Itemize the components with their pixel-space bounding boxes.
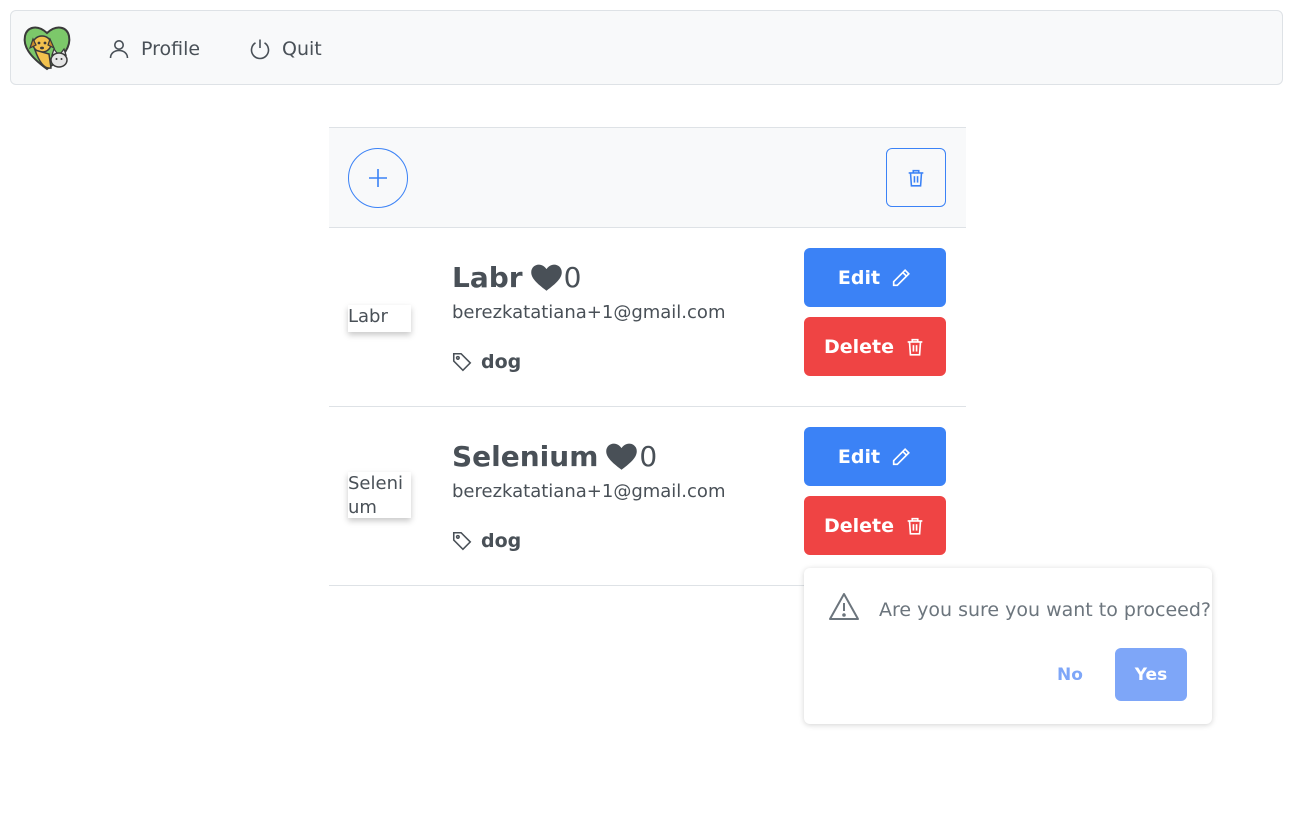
menubar: Profile Quit xyxy=(10,10,1283,85)
trash-icon xyxy=(894,336,926,358)
pet-row: Selenium Selenium 0 berezkatatiana+1@gma… xyxy=(329,407,966,586)
pet-row: Labr Labr 0 berezkatatiana+1@gmail.com d… xyxy=(329,228,966,407)
delete-selected-button[interactable] xyxy=(886,148,946,207)
delete-label: Delete xyxy=(823,514,895,537)
confirm-message: Are you sure you want to proceed? xyxy=(879,599,1211,621)
tag-icon xyxy=(451,530,481,552)
tag-label: dog xyxy=(481,351,522,373)
dog-cat-logo-icon[interactable] xyxy=(21,22,73,72)
tag-icon xyxy=(451,351,481,373)
menu-item-label: Quit xyxy=(282,38,322,60)
edit-button[interactable]: Edit xyxy=(804,248,946,307)
heart-icon[interactable] xyxy=(606,443,638,471)
delete-button[interactable]: Delete xyxy=(804,496,946,555)
like-count: 0 xyxy=(563,261,582,294)
delete-label: Delete xyxy=(823,335,895,358)
edit-label: Edit xyxy=(837,266,881,289)
menu-item-label: Profile xyxy=(141,38,201,60)
edit-label: Edit xyxy=(837,445,881,468)
pet-tag: dog xyxy=(451,351,521,373)
power-icon xyxy=(248,37,282,61)
delete-button[interactable]: Delete xyxy=(804,317,946,376)
pet-owner-email: berezkatatiana+1@gmail.com xyxy=(452,481,726,502)
like-count: 0 xyxy=(639,440,658,473)
pet-title: Labr 0 xyxy=(452,261,581,294)
confirm-popup: Are you sure you want to proceed? No Yes xyxy=(804,568,1212,724)
menu-item-quit[interactable]: Quit xyxy=(248,35,322,63)
pencil-icon xyxy=(880,446,912,468)
add-pet-button[interactable] xyxy=(348,148,408,208)
pet-image: Selenium xyxy=(348,472,411,518)
heart-icon[interactable] xyxy=(530,264,562,292)
confirm-no-button[interactable]: No xyxy=(1047,648,1093,701)
pet-name: Selenium xyxy=(452,440,599,473)
pet-tag: dog xyxy=(451,530,521,552)
plus-icon xyxy=(367,167,389,189)
warning-icon xyxy=(828,592,860,626)
pet-title: Selenium 0 xyxy=(452,440,657,473)
pets-panel: Labr Labr 0 berezkatatiana+1@gmail.com d… xyxy=(329,127,966,586)
pet-name: Labr xyxy=(452,261,523,294)
tag-label: dog xyxy=(481,530,522,552)
pet-image: Labr xyxy=(348,305,411,332)
menu-item-profile[interactable]: Profile xyxy=(107,35,200,63)
pet-owner-email: berezkatatiana+1@gmail.com xyxy=(452,302,726,323)
user-icon xyxy=(107,37,141,61)
confirm-yes-button[interactable]: Yes xyxy=(1115,648,1187,701)
trash-icon xyxy=(905,167,927,189)
panel-toolbar xyxy=(329,127,966,228)
trash-icon xyxy=(894,515,926,537)
pencil-icon xyxy=(880,267,912,289)
edit-button[interactable]: Edit xyxy=(804,427,946,486)
